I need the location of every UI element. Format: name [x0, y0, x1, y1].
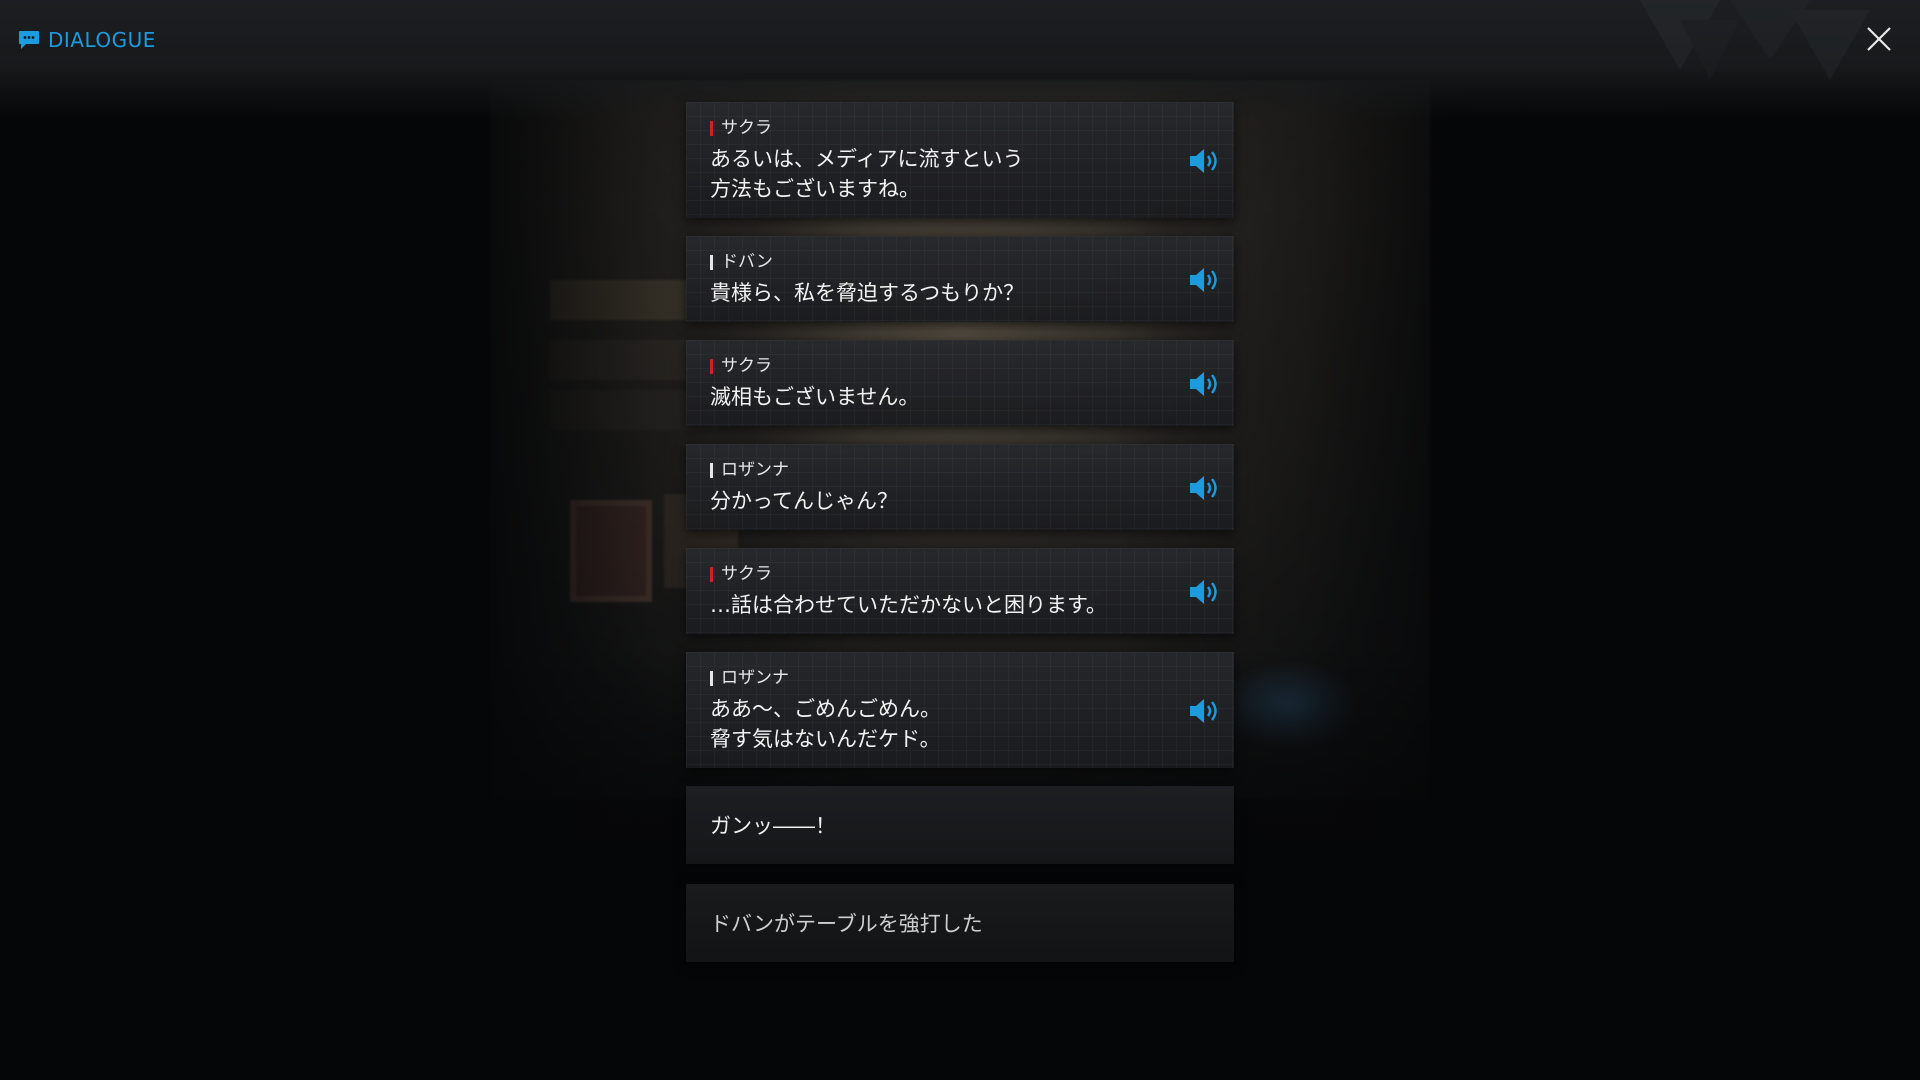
dialogue-entry: ロザンナ ああ～、ごめんごめん。 脅す気はないんだケド。 — [686, 652, 1234, 768]
voice-replay-button[interactable] — [1188, 146, 1224, 176]
speaker-name: サクラ — [721, 356, 772, 376]
voice-replay-button[interactable] — [1188, 265, 1224, 295]
speaker-marker — [710, 566, 713, 582]
dialogue-log-list[interactable]: サクラ あるいは、メディアに流すという 方法もございますね。 ドバン 貴様ら、私… — [686, 102, 1234, 982]
speaker-marker — [710, 254, 713, 270]
voice-replay-button[interactable] — [1188, 473, 1224, 503]
speaker-icon[interactable] — [1188, 473, 1224, 503]
speaker-icon[interactable] — [1188, 146, 1224, 176]
speaker-label: ロザンナ — [710, 459, 1164, 481]
speaker-icon[interactable] — [1188, 265, 1224, 295]
dialogue-entry: サクラ あるいは、メディアに流すという 方法もございますね。 — [686, 102, 1234, 218]
dialogue-text: あるいは、メディアに流すという 方法もございますね。 — [710, 147, 1024, 201]
dialogue-text: 分かってんじゃん？ — [710, 489, 898, 513]
dialogue-header: DIALOGUE — [18, 28, 156, 52]
close-button[interactable] — [1864, 24, 1894, 54]
speaker-marker — [710, 670, 713, 686]
speaker-label: ロザンナ — [710, 667, 1164, 689]
speaker-marker — [710, 120, 713, 136]
speaker-label: サクラ — [710, 355, 1164, 377]
voice-replay-button[interactable] — [1188, 696, 1224, 726]
speaker-marker — [710, 358, 713, 374]
speaker-name: サクラ — [721, 564, 772, 584]
dialogue-text: ああ～、ごめんごめん。 脅す気はないんだケド。 — [710, 697, 941, 751]
speaker-icon[interactable] — [1188, 696, 1224, 726]
speaker-name: サクラ — [721, 118, 772, 138]
speaker-name: ロザンナ — [721, 460, 789, 480]
speaker-marker — [710, 462, 713, 478]
dialogue-text: …話は合わせていただかないと困ります。 — [710, 593, 1107, 617]
speaker-name: ドバン — [721, 252, 773, 272]
dialogue-log-screen: DIALOGUE サクラ あるいは、メディアに流すという 方法もございますね。 — [0, 0, 1920, 1080]
dialogue-entry: サクラ 滅相もございません。 — [686, 340, 1234, 426]
speaker-label: サクラ — [710, 117, 1164, 139]
dialogue-entry: ロザンナ 分かってんじゃん？ — [686, 444, 1234, 530]
chat-bubble-icon — [18, 30, 40, 50]
dialogue-entry: サクラ …話は合わせていただかないと困ります。 — [686, 548, 1234, 634]
decorative-triangles — [1640, 0, 1870, 80]
voice-replay-button[interactable] — [1188, 577, 1224, 607]
speaker-label: ドバン — [710, 251, 1164, 273]
speaker-name: ロザンナ — [721, 668, 789, 688]
voice-replay-button[interactable] — [1188, 369, 1224, 399]
close-icon[interactable] — [1864, 24, 1894, 54]
speaker-icon[interactable] — [1188, 577, 1224, 607]
speaker-label: サクラ — [710, 563, 1164, 585]
speaker-icon[interactable] — [1188, 369, 1224, 399]
narration-entry: ドバンがテーブルを強打した — [686, 884, 1234, 962]
dialogue-title: DIALOGUE — [48, 28, 156, 52]
dialogue-text: 滅相もございません。 — [710, 385, 920, 409]
dialogue-text: 貴様ら、私を脅迫するつもりか？ — [710, 281, 1025, 305]
dialogue-entry: ドバン 貴様ら、私を脅迫するつもりか？ — [686, 236, 1234, 322]
narration-entry: ガンッ――！ — [686, 786, 1234, 864]
